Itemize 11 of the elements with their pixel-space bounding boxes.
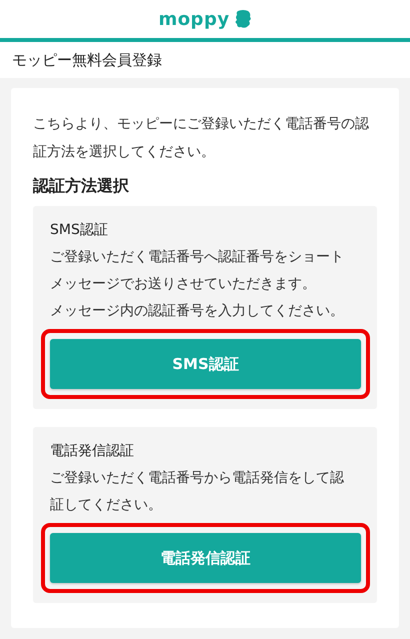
verify-button[interactable]: 電話発信認証 [50, 533, 361, 583]
option-description: ご登録いただく電話番号から電話発信をして認証してください。 [50, 469, 345, 515]
option-title: 電話発信認証 [50, 442, 135, 461]
option-description: メッセージ内の認証番号を入力してください。 [50, 302, 344, 321]
verify-button[interactable]: SMS認証 [50, 339, 361, 389]
logo: moppy [158, 8, 230, 30]
section-heading: 認証方法選択 [33, 175, 130, 197]
intro-text: こちらより、モッピーにご登録いただく電話番号の認証方法を選択してください。 [33, 115, 370, 162]
option-description: ご登録いただく電話番号へ認証番号をショートメッセージでお送りさせていただきます。 [50, 248, 345, 294]
option-title: SMS認証 [50, 221, 109, 240]
page-title: モッピー無料会員登録 [11, 50, 163, 70]
